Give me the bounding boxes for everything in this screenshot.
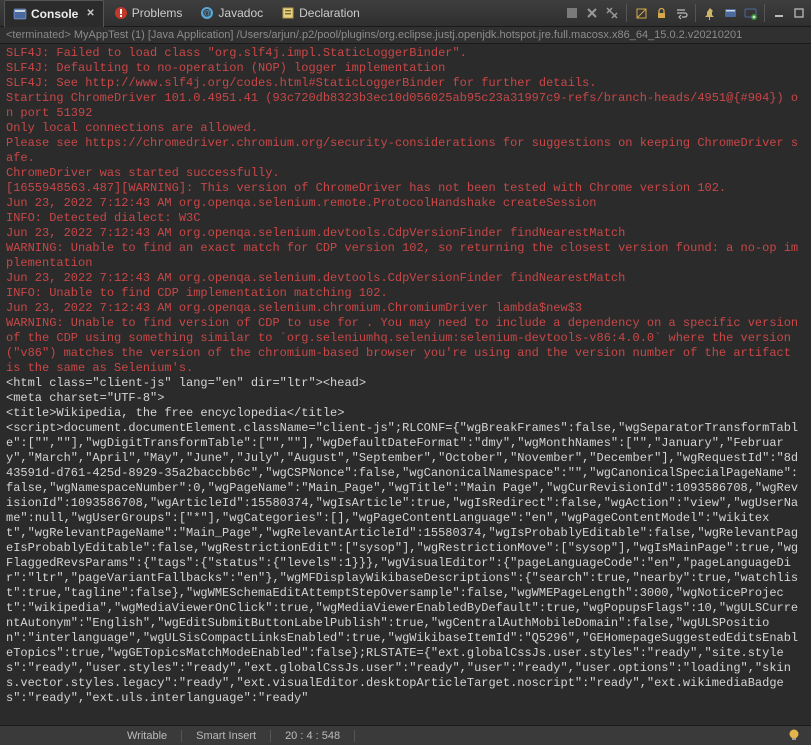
console-line-stderr: [1655948563.487][WARNING]: This version … [6,181,726,195]
tab-javadoc-label: Javadoc [218,6,263,20]
console-line-stderr: ChromeDriver was started successfully. [6,166,280,180]
launch-path: /Users/arjun/.p2/pool/plugins/org.eclips… [237,29,743,41]
console-line-stderr: SLF4J: See http://www.slf4j.org/codes.ht… [6,76,597,90]
pin-console-icon[interactable] [702,5,718,21]
console-output[interactable]: SLF4J: Failed to load class "org.slf4j.i… [0,44,811,725]
console-area: SLF4J: Failed to load class "org.slf4j.i… [0,44,811,725]
console-line-stderr: Jun 23, 2022 7:12:43 AM org.openqa.selen… [6,271,625,285]
tab-declaration-label: Declaration [299,6,360,20]
terminated-label: <terminated> [6,29,71,41]
tab-javadoc[interactable]: @ Javadoc [192,0,271,26]
display-selected-console-icon[interactable] [722,5,738,21]
console-line-stderr: SLF4J: Failed to load class "org.slf4j.i… [6,46,467,60]
status-writable: Writable [113,730,182,742]
open-console-icon[interactable] [742,5,758,21]
tip-icon[interactable] [783,728,805,745]
console-line-stderr: Jun 23, 2022 7:12:43 AM org.openqa.selen… [6,196,597,210]
console-line-stderr: WARNING: Unable to find version of CDP t… [6,316,805,375]
launch-type: [Java Application] [148,29,234,41]
tab-declaration[interactable]: Declaration [273,0,368,26]
word-wrap-icon[interactable] [673,5,689,21]
tab-problems[interactable]: Problems [106,0,191,26]
tab-problems-label: Problems [132,6,183,20]
view-action-icons [564,4,807,22]
console-line-stderr: WARNING: Unable to find an exact match f… [6,241,798,270]
status-insert-mode: Smart Insert [182,730,271,742]
javadoc-icon: @ [200,6,214,20]
launch-description: <terminated> MyAppTest (1) [Java Applica… [0,27,811,44]
console-line-stdout: <title>Wikipedia, the free encyclopedia<… [6,406,344,420]
remove-launch-icon[interactable] [584,5,600,21]
console-line-stderr: Starting ChromeDriver 101.0.4951.41 (93c… [6,91,798,120]
launch-name: MyAppTest (1) [74,29,145,41]
remove-all-icon[interactable] [604,5,620,21]
console-line-stderr: INFO: Detected dialect: W3C [6,211,200,225]
view-tabs: Console ✕ Problems @ Javadoc Declaration [4,0,368,27]
console-line-stdout: <meta charset="UTF-8"> [6,391,164,405]
minimize-icon[interactable] [771,5,787,21]
status-cursor: 20 : 4 : 548 [271,730,355,742]
console-icon [13,7,27,21]
separator [626,4,627,22]
console-line-stderr: SLF4J: Defaulting to no-operation (NOP) … [6,61,445,75]
console-line-stdout: <html class="client-js" lang="en" dir="l… [6,376,366,390]
console-line-stderr: Please see https://chromedriver.chromium… [6,136,798,165]
console-line-stderr: Jun 23, 2022 7:12:43 AM org.openqa.selen… [6,301,582,315]
problems-icon [114,6,128,20]
console-line-stderr: INFO: Unable to find CDP implementation … [6,286,388,300]
tab-console-label: Console [31,7,78,21]
maximize-icon[interactable] [791,5,807,21]
separator [695,4,696,22]
close-icon[interactable]: ✕ [86,8,94,19]
terminate-icon[interactable] [564,5,580,21]
console-line-stderr: Only local connections are allowed. [6,121,258,135]
status-bar: Writable Smart Insert 20 : 4 : 548 [0,725,811,745]
console-line-stdout: <script>document.documentElement.classNa… [6,421,798,705]
console-line-stderr: Jun 23, 2022 7:12:43 AM org.openqa.selen… [6,226,625,240]
scroll-lock-icon[interactable] [653,5,669,21]
view-toolbar: Console ✕ Problems @ Javadoc Declaration [0,0,811,27]
tab-console[interactable]: Console ✕ [4,0,104,27]
declaration-icon [281,6,295,20]
separator [764,4,765,22]
clear-console-icon[interactable] [633,5,649,21]
svg-text:@: @ [203,9,211,18]
